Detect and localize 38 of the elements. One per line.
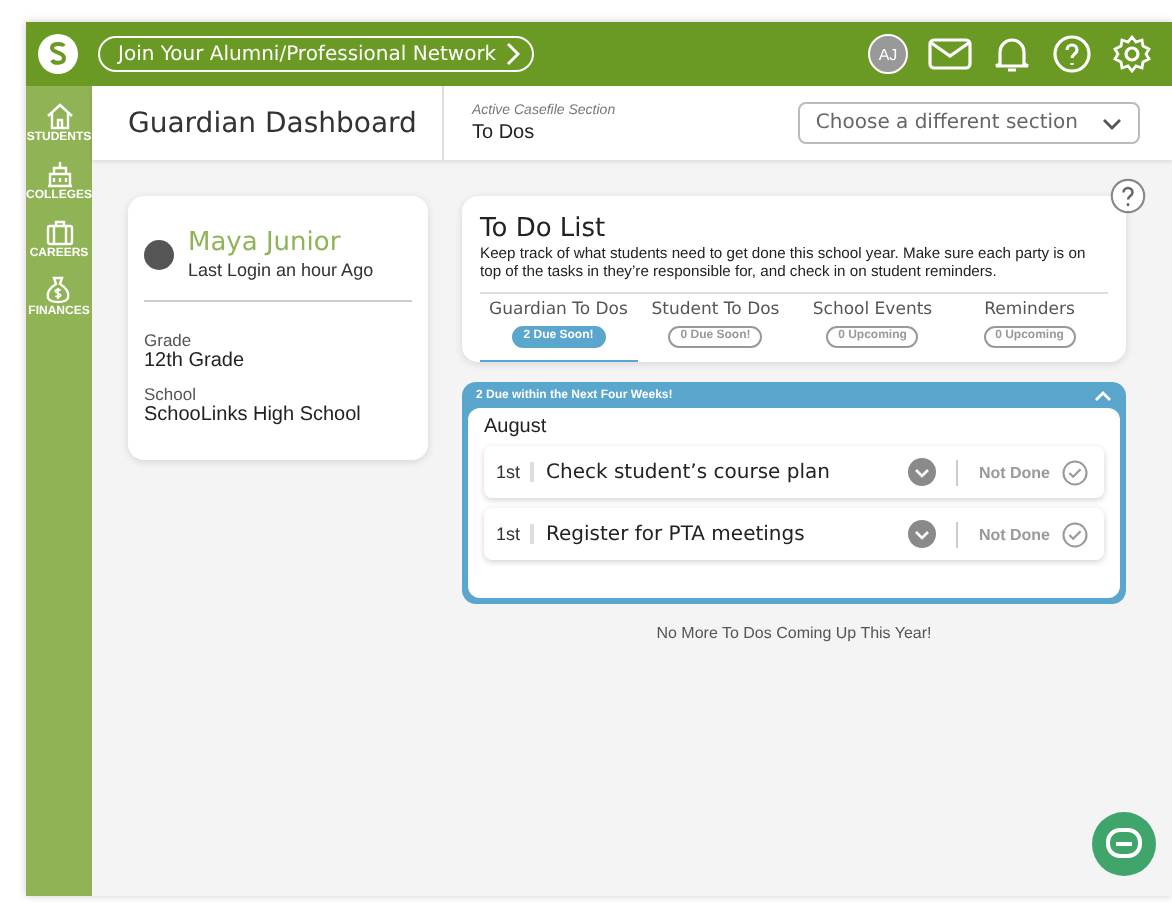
bell-icon[interactable] <box>992 34 1032 74</box>
caret-icon[interactable] <box>1094 390 1112 403</box>
check-circle-icon[interactable] <box>1062 459 1088 486</box>
section-select[interactable]: Choose a different section <box>797 102 1140 144</box>
settings-icon[interactable] <box>1112 34 1152 74</box>
task-title: Check student’s course plan <box>546 461 832 484</box>
month-label: August <box>484 416 549 439</box>
chat-icon[interactable] <box>1092 812 1156 876</box>
check-circle-icon[interactable] <box>1062 521 1088 548</box>
todo-title: To Do List <box>480 214 608 244</box>
field-label: Grade <box>144 330 194 350</box>
due-day: 1st <box>496 462 535 483</box>
briefcase-icon <box>45 218 73 246</box>
network-link[interactable]: Join Your Alumni/Professional Network <box>98 36 535 72</box>
home-icon <box>45 102 73 130</box>
logo-icon[interactable] <box>38 34 78 74</box>
field-value: 12th Grade <box>144 350 247 372</box>
footer-message: No More To Dos Coming Up This Year! <box>654 624 934 643</box>
last-login: Last Login an hour Ago <box>188 260 374 280</box>
status-label: Not Done <box>978 525 1050 544</box>
expand-icon[interactable] <box>908 520 937 549</box>
avatar[interactable]: AJ <box>868 34 908 74</box>
field-value: SchooLinks High School <box>144 404 363 426</box>
mail-icon[interactable] <box>928 38 972 70</box>
expand-icon[interactable] <box>908 458 937 487</box>
chevron-icon <box>504 42 521 66</box>
avatar-placeholder <box>144 239 174 269</box>
section-name: To Dos <box>472 121 537 143</box>
task-title: Register for PTA meetings <box>546 523 807 546</box>
status-label: Not Done <box>978 463 1050 482</box>
money-bag-icon <box>44 276 73 304</box>
student-name[interactable]: Maya Junior <box>188 228 374 258</box>
page-title: Guardian Dashboard <box>92 86 444 160</box>
help-icon[interactable] <box>1110 178 1146 214</box>
due-day: 1st <box>496 524 535 545</box>
chevron-down-icon <box>1102 117 1122 129</box>
field-label: School <box>144 384 198 404</box>
building-icon <box>45 160 73 188</box>
